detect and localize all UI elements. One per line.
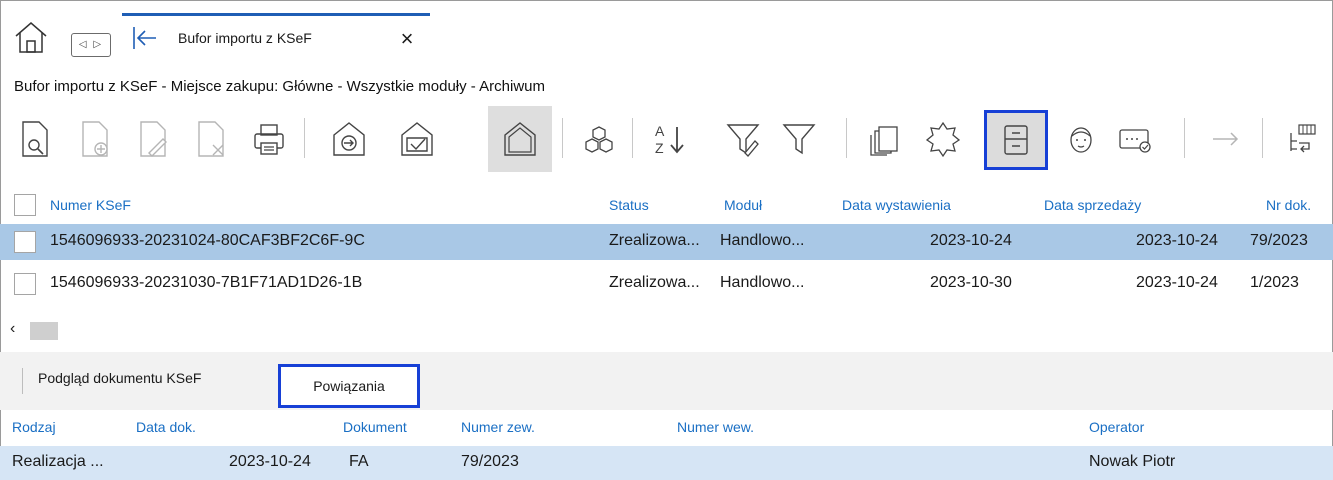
table-row[interactable]: Realizacja ... 2023-10-24 FA 79/2023 Now…	[0, 446, 1333, 480]
table-row[interactable]: 1546096933-20231030-7B1F71AD1D26-1B Zrea…	[0, 266, 1333, 302]
components-icon[interactable]	[570, 106, 628, 172]
grid-header: Numer KSeF Status Moduł Data wystawienia…	[0, 188, 1333, 222]
col-data-sprzedazy[interactable]: Data sprzedaży	[1044, 197, 1141, 213]
cell-data-wystawienia: 2023-10-30	[930, 274, 1012, 291]
select-all-checkbox[interactable]	[14, 194, 36, 216]
col-data-wystawienia[interactable]: Data wystawienia	[842, 197, 951, 213]
columns-settings-icon[interactable]	[1272, 106, 1330, 172]
toolbar: AZ	[0, 104, 1333, 180]
cell-numer-zew: 79/2023	[461, 453, 519, 470]
col-modul[interactable]: Moduł	[724, 197, 762, 213]
close-icon[interactable]: ×	[396, 28, 418, 50]
col-data-dok[interactable]: Data dok.	[136, 419, 196, 435]
horizontal-scrollbar[interactable]: ‹	[0, 318, 1333, 344]
user-face-icon[interactable]	[1052, 106, 1110, 172]
col-dokument[interactable]: Dokument	[343, 419, 407, 435]
import-icon[interactable]	[320, 106, 378, 172]
scroll-left-icon[interactable]: ‹	[10, 320, 15, 338]
tab-divider	[22, 368, 23, 394]
filter-icon[interactable]	[770, 106, 828, 172]
tab-bar: ◁ ▷ Bufor importu z KSeF ×	[1, 1, 1332, 61]
cell-rodzaj: Realizacja ...	[12, 453, 104, 470]
warehouse-icon[interactable]	[488, 106, 552, 172]
badge-icon[interactable]	[914, 106, 972, 172]
cell-numer-ksef: 1546096933-20231024-80CAF3BF2C6F-9C	[50, 232, 365, 249]
col-numer-zew[interactable]: Numer zew.	[461, 419, 535, 435]
tab-title: Bufor importu z KSeF	[178, 30, 312, 46]
row-checkbox[interactable]	[14, 231, 36, 253]
home-icon[interactable]	[13, 19, 49, 55]
delete-document-icon[interactable]	[182, 106, 240, 172]
preview-document-icon[interactable]	[6, 106, 64, 172]
cell-status: Zrealizowa...	[609, 274, 700, 291]
cell-operator: Nowak Piotr	[1089, 453, 1176, 470]
col-numer-ksef[interactable]: Numer KSeF	[50, 197, 131, 213]
tab-nav-arrows-button[interactable]: ◁ ▷	[71, 33, 111, 57]
cell-data-wystawienia: 2023-10-24	[930, 232, 1012, 249]
cell-data-sprzedazy: 2023-10-24	[1136, 232, 1218, 249]
row-checkbox[interactable]	[14, 273, 36, 295]
edit-document-icon[interactable]	[124, 106, 182, 172]
print-icon[interactable]	[240, 106, 298, 172]
tab-powiazania[interactable]: Powiązania	[278, 364, 420, 408]
approve-icon[interactable]	[388, 106, 446, 172]
col-numer-wew[interactable]: Numer wew.	[677, 419, 754, 435]
back-arrow-icon[interactable]	[132, 26, 158, 50]
sub-grid-header: Rodzaj Data dok. Dokument Numer zew. Num…	[0, 412, 1333, 444]
archive-cabinet-icon[interactable]	[984, 110, 1048, 170]
col-rodzaj[interactable]: Rodzaj	[12, 419, 56, 435]
cell-data-dok: 2023-10-24	[229, 453, 311, 470]
cell-modul: Handlowo...	[720, 232, 805, 249]
col-status[interactable]: Status	[609, 197, 649, 213]
cell-nr-dok: 1/2023	[1250, 274, 1299, 291]
sort-az-icon[interactable]: AZ	[640, 106, 698, 172]
cell-dokument: FA	[349, 453, 369, 470]
lower-tab-strip: Podgląd dokumentu KSeF Powiązania	[0, 352, 1333, 410]
arrow-right-icon[interactable]	[1196, 106, 1254, 172]
col-operator[interactable]: Operator	[1089, 419, 1144, 435]
breadcrumb: Bufor importu z KSeF - Miejsce zakupu: G…	[14, 78, 545, 95]
svg-text:A: A	[655, 123, 665, 139]
cell-modul: Handlowo...	[720, 274, 805, 291]
tab-bufor-importu[interactable]: Bufor importu z KSeF ×	[122, 13, 430, 61]
cell-status: Zrealizowa...	[609, 232, 700, 249]
col-nr-dok[interactable]: Nr dok.	[1266, 197, 1311, 213]
svg-text:Z: Z	[655, 140, 664, 156]
copy-columns-icon[interactable]	[856, 106, 914, 172]
add-document-icon[interactable]	[66, 106, 124, 172]
card-check-icon[interactable]	[1106, 106, 1164, 172]
filter-edit-icon[interactable]	[714, 106, 772, 172]
scroll-thumb[interactable]	[30, 322, 58, 340]
cell-numer-ksef: 1546096933-20231030-7B1F71AD1D26-1B	[50, 274, 363, 291]
tab-podglad-dokumentu[interactable]: Podgląd dokumentu KSeF	[38, 370, 201, 386]
table-row[interactable]: 1546096933-20231024-80CAF3BF2C6F-9C Zrea…	[0, 224, 1333, 260]
cell-data-sprzedazy: 2023-10-24	[1136, 274, 1218, 291]
cell-nr-dok: 79/2023	[1250, 232, 1308, 249]
